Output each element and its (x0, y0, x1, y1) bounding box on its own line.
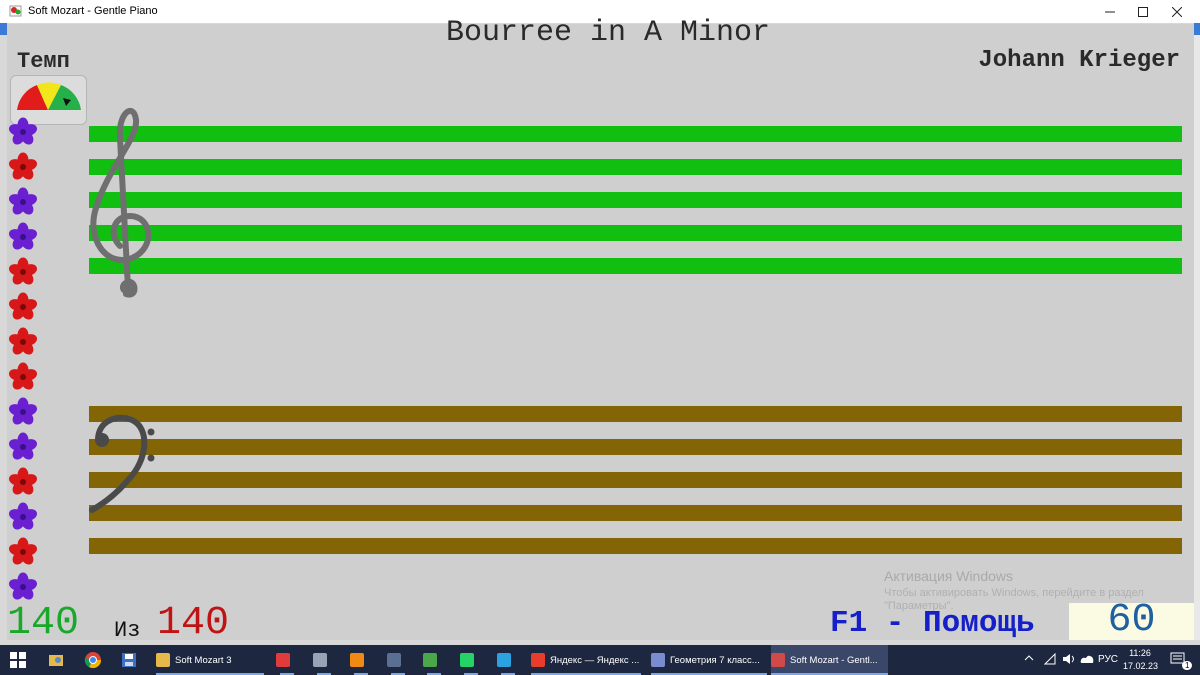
taskbar-task-label: Soft Mozart 3 (175, 654, 232, 666)
bass-staff-line (89, 439, 1182, 455)
treble-staff-line (89, 225, 1182, 241)
tempo-label: Темп (17, 49, 70, 74)
soft-mozart-icon (771, 653, 785, 667)
taskbar-task-anydesk[interactable] (276, 645, 298, 675)
geometry-icon (651, 653, 665, 667)
purple-flower-icon (9, 572, 37, 600)
bass-clef-icon (89, 414, 155, 513)
purple-flower-icon (9, 397, 37, 425)
calculator-icon (387, 653, 401, 667)
onedrive-icon[interactable] (1080, 654, 1094, 667)
taskbar-task-folder[interactable]: Soft Mozart 3 (156, 645, 264, 675)
notification-count-badge: 1 (1182, 661, 1193, 670)
treble-staff-line (89, 192, 1182, 208)
red-flower-icon (9, 152, 37, 180)
vlc-icon (350, 653, 364, 667)
taskbar-task-geometry[interactable]: Геометрия 7 класс... (651, 645, 767, 675)
treble-staff-line (89, 126, 1182, 142)
taskbar-task-puzzle[interactable] (423, 645, 445, 675)
volume-icon[interactable] (1062, 653, 1076, 668)
red-flower-icon (9, 362, 37, 390)
media-icon (313, 653, 327, 667)
clock-time[interactable]: 11:26 (1128, 648, 1152, 658)
background-window-edge-right (1194, 23, 1200, 645)
purple-flower-icon (9, 222, 37, 250)
language-indicator[interactable]: РУС (1098, 654, 1118, 665)
taskbar-task-label: Геометрия 7 класс... (670, 654, 760, 666)
anydesk-icon (276, 653, 290, 667)
taskbar-task-yandex[interactable]: Яндекс — Яндекс ... (531, 645, 641, 675)
file-explorer-icon[interactable] (46, 650, 66, 670)
purple-flower-icon (9, 432, 37, 460)
clock-date[interactable]: 17.02.23 (1123, 661, 1158, 671)
taskbar-task-soft-mozart[interactable]: Soft Mozart - Gentl... (771, 645, 888, 675)
taskbar-task-media[interactable] (313, 645, 335, 675)
network-icon[interactable] (1043, 652, 1056, 668)
yandex-icon (531, 653, 545, 667)
purple-flower-icon (9, 187, 37, 215)
bass-staff-line (89, 538, 1182, 554)
piece-title: Bourree in A Minor (445, 16, 771, 50)
taskbar-task-telegram[interactable] (497, 645, 519, 675)
taskbar-task-label: Яндекс — Яндекс ... (550, 654, 640, 666)
purple-flower-icon (9, 502, 37, 530)
taskbar-task-label: Soft Mozart - Gentl... (790, 654, 878, 666)
bass-staff-line (89, 472, 1182, 488)
show-hidden-icons-icon[interactable] (1024, 653, 1034, 666)
taskbar-task-calculator[interactable] (387, 645, 409, 675)
telegram-icon (497, 653, 511, 667)
windows-activation-title: Активация Windows (884, 568, 1014, 584)
red-flower-icon (9, 327, 37, 355)
taskbar-task-whatsapp[interactable] (460, 645, 482, 675)
whatsapp-icon (460, 653, 474, 667)
bass-staff-line (89, 406, 1182, 422)
puzzle-icon (423, 653, 437, 667)
bpm-value: 60 (1107, 598, 1156, 643)
red-flower-icon (9, 257, 37, 285)
red-flower-icon (9, 467, 37, 495)
composer-name: Johann Krieger (978, 47, 1180, 74)
treble-staff-line (89, 258, 1182, 274)
windows-start-icon[interactable] (8, 650, 28, 670)
bass-staff-line (89, 505, 1182, 521)
taskbar-task-vlc[interactable] (350, 645, 372, 675)
red-flower-icon (9, 292, 37, 320)
save-floppy-icon[interactable] (119, 650, 139, 670)
taskbar: Soft Mozart 3 Яндекс — Яндекс ... Геометри… (0, 645, 1200, 675)
folder-icon (156, 653, 170, 667)
chrome-icon[interactable] (83, 650, 103, 670)
purple-flower-icon (9, 117, 37, 145)
treble-clef-icon (90, 107, 152, 298)
red-flower-icon (9, 537, 37, 565)
treble-staff-line (89, 159, 1182, 175)
background-window-edge (0, 23, 7, 645)
help-hint[interactable]: F1 - Помощь (830, 606, 1035, 641)
system-tray: РУС 11:26 17.02.23 1 (1020, 645, 1200, 675)
